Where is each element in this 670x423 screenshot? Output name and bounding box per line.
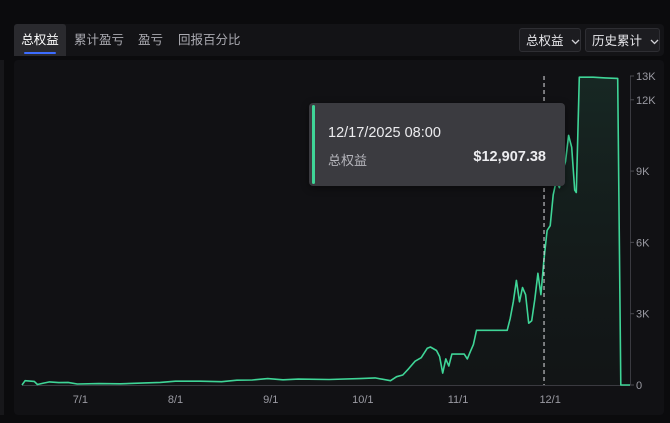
y-tick-label: 6K: [636, 237, 650, 249]
x-tick-label: 7/1: [73, 394, 88, 406]
chart-tooltip: 12/17/2025 08:00 总权益 $12,907.38: [309, 103, 565, 186]
x-tick-label: 10/1: [352, 394, 373, 406]
x-tick-label: 12/1: [539, 394, 560, 406]
tooltip-value: $12,907.38: [473, 149, 546, 165]
x-tick-label: 9/1: [263, 394, 278, 406]
x-tick-label: 8/1: [168, 394, 183, 406]
tooltip-label: 总权益: [328, 153, 368, 168]
y-tick-label: 9K: [636, 166, 650, 178]
y-tick-label: 13K: [636, 71, 656, 83]
tooltip-date: 12/17/2025 08:00: [328, 125, 441, 141]
x-tick-label: 11/1: [448, 394, 469, 406]
y-tick-label: 3K: [636, 309, 650, 321]
equity-chart[interactable]: 0 3K 6K 9K 12K 13K 7/1 8/1 9/1 10/1 11/1 12/1: [0, 0, 670, 423]
tooltip-series-marker: [312, 105, 315, 184]
y-tick-label: 0: [636, 380, 642, 392]
y-tick-label: 12K: [636, 95, 656, 107]
